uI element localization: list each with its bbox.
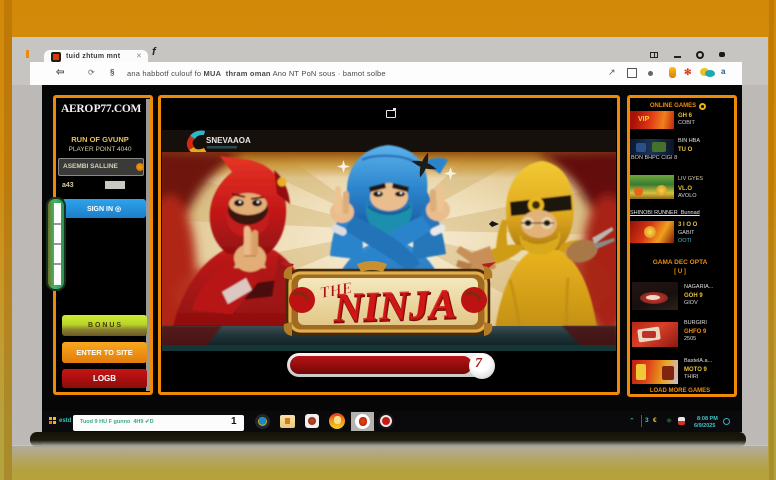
- svg-text:SNEVAAOA: SNEVAAOA: [206, 136, 251, 145]
- svg-text:NINJA: NINJA: [331, 280, 457, 330]
